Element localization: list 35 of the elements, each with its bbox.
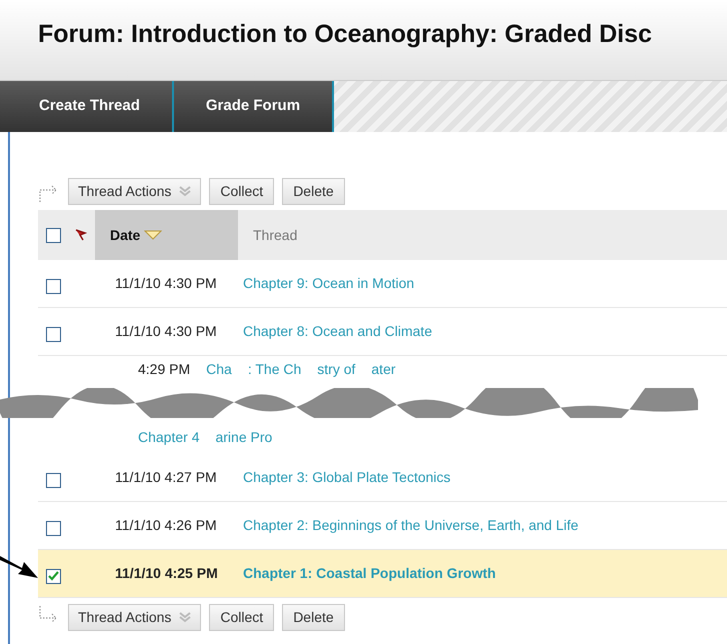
toolbar-button[interactable]: Delete	[282, 178, 345, 204]
flag-icon	[73, 228, 87, 242]
page-title: Forum: Introduction to Oceanography: Graded Disc	[38, 19, 653, 50]
row-checkbox[interactable]	[46, 568, 61, 584]
thread-actions-menu[interactable]: Thread Actions	[68, 604, 202, 630]
thread-fragment: : The Ch	[248, 360, 302, 378]
date-cell-text: 11/1/10 4:27 PM	[114, 468, 218, 487]
date-cell-text: 11/1/10 4:25 PM	[114, 564, 219, 583]
thread-actions-menu[interactable]: Thread Actions	[68, 178, 202, 204]
thread-fragment: Cha	[206, 360, 232, 378]
checkmark-icon	[48, 571, 59, 581]
date-cell-text: 4:29 PM	[138, 360, 190, 378]
tab-button[interactable]: Grade Forum	[174, 81, 334, 132]
thread-row[interactable]: 11/1/10 4:25 PM Chapter 1: Coastal Population Growth	[38, 550, 727, 598]
row-checkbox[interactable]	[46, 228, 61, 242]
thread-fragment: arine Pro	[215, 428, 272, 446]
tab-button[interactable]: Create Thread	[0, 81, 174, 132]
toolbar-button[interactable]: Collect	[209, 604, 274, 630]
thread-fragment: ater	[371, 360, 396, 378]
toolbar-button[interactable]: Delete	[282, 604, 345, 630]
date-cell-text: 11/1/10 4:30 PM	[114, 274, 218, 293]
date-cell-text: 11/1/10 4:26 PM	[114, 516, 218, 535]
toolbar-button[interactable]: Collect	[209, 178, 274, 204]
row-checkbox[interactable]	[46, 520, 61, 536]
column-header[interactable]: Date	[95, 210, 238, 260]
double-chevron-icon	[179, 611, 192, 623]
row-checkbox[interactable]	[46, 472, 61, 488]
sort-triangle-icon	[144, 230, 162, 240]
row-checkbox[interactable]	[46, 278, 61, 294]
thread-fragment: stry of	[317, 360, 356, 379]
double-chevron-icon	[179, 185, 192, 197]
thread-fragment: Chapter 4	[138, 428, 200, 447]
date-cell-text: 11/1/10 4:30 PM	[114, 322, 218, 341]
column-header[interactable]: Thread	[238, 210, 298, 260]
row-checkbox[interactable]	[46, 326, 61, 342]
